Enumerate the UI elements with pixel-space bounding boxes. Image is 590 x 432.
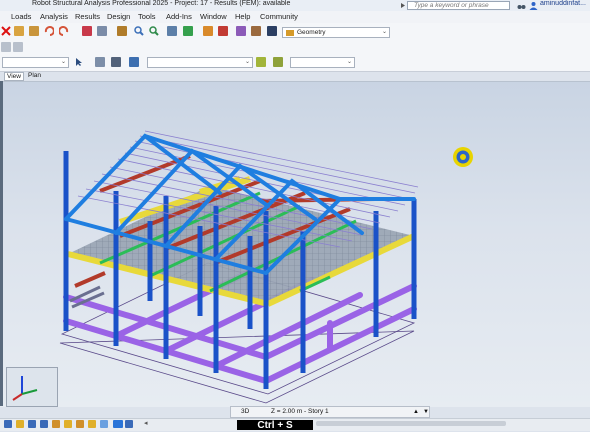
tab-plan[interactable]: Plan bbox=[26, 72, 43, 79]
supports-icon[interactable] bbox=[183, 26, 193, 36]
title-bar: Robot Structural Analysis Professional 2… bbox=[0, 0, 590, 11]
search-placeholder: Type a keyword or phrase bbox=[414, 2, 489, 9]
selection-combo[interactable]: ⌄ bbox=[2, 57, 69, 68]
view-mode: 3D bbox=[241, 408, 250, 415]
structure-model bbox=[59, 130, 473, 404]
structure-view-icon[interactable] bbox=[113, 420, 123, 428]
user-name: aminuddinfat... bbox=[540, 0, 586, 7]
members-icon[interactable] bbox=[52, 420, 60, 428]
menu-design[interactable]: Design bbox=[107, 12, 130, 21]
paste-icon[interactable] bbox=[29, 26, 39, 36]
menu-add-ins[interactable]: Add-Ins bbox=[166, 12, 192, 21]
chevron-down-icon: ⌄ bbox=[244, 59, 250, 65]
main-toolbar: Geometry ⌄ bbox=[0, 23, 590, 41]
binoculars-icon bbox=[517, 5, 526, 9]
sections-icon[interactable] bbox=[64, 420, 72, 428]
close-icon[interactable] bbox=[1, 26, 11, 36]
display-icon[interactable] bbox=[95, 57, 105, 67]
level-select[interactable]: ⌄ bbox=[290, 57, 355, 68]
layout-select-value: Geometry bbox=[297, 29, 326, 36]
viewport-3d[interactable] bbox=[0, 81, 590, 407]
chevron-down-icon: ⌄ bbox=[60, 59, 66, 65]
lock-icon[interactable] bbox=[117, 26, 127, 36]
menu-help[interactable]: Help bbox=[235, 12, 250, 21]
loads-icon[interactable] bbox=[88, 420, 96, 428]
nodes-icon[interactable] bbox=[40, 420, 48, 428]
keyboard-shortcut-overlay: Ctrl + S bbox=[237, 420, 313, 431]
frame-icon[interactable] bbox=[129, 57, 139, 67]
selection-toolbar: ⌄ ⌄ ⌄ bbox=[0, 54, 590, 72]
window-title: Robot Structural Analysis Professional 2… bbox=[32, 0, 291, 7]
chevron-down-icon: ⌄ bbox=[381, 29, 387, 35]
structure-icon[interactable] bbox=[167, 26, 177, 36]
layer-icon[interactable] bbox=[16, 420, 24, 428]
menu-tools[interactable]: Tools bbox=[138, 12, 156, 21]
section-icon[interactable] bbox=[111, 57, 121, 67]
menu-community[interactable]: Community bbox=[260, 12, 298, 21]
user-icon bbox=[529, 2, 538, 10]
results-map-icon[interactable] bbox=[218, 26, 228, 36]
status-panel: 3D Z = 2.00 m - Story 1 ▲ ▼ bbox=[230, 406, 430, 418]
properties-icon[interactable] bbox=[13, 42, 23, 52]
chevron-down-icon: ⌄ bbox=[346, 59, 352, 65]
panels-icon[interactable] bbox=[76, 420, 84, 428]
user-account[interactable]: aminuddinfat... bbox=[517, 0, 590, 11]
filter-icon[interactable] bbox=[256, 57, 266, 67]
level-up-icon[interactable]: ▲ bbox=[413, 407, 419, 417]
zoom-window-icon[interactable] bbox=[149, 26, 159, 36]
menu-results[interactable]: Results bbox=[75, 12, 100, 21]
layout-select[interactable]: Geometry ⌄ bbox=[282, 27, 390, 38]
tables-icon[interactable] bbox=[97, 26, 107, 36]
scroll-left-icon[interactable]: ◂ bbox=[144, 419, 148, 427]
view-icon[interactable] bbox=[4, 420, 12, 428]
level-icon[interactable] bbox=[273, 57, 283, 67]
table-icon[interactable] bbox=[82, 26, 92, 36]
layout-icon[interactable] bbox=[267, 26, 277, 36]
search-input[interactable]: Type a keyword or phrase bbox=[407, 1, 510, 10]
results-icon[interactable] bbox=[100, 420, 108, 428]
gear-icon[interactable] bbox=[1, 42, 11, 52]
current-level: Z = 2.00 m - Story 1 bbox=[271, 408, 329, 415]
menu-analysis[interactable]: Analysis bbox=[40, 12, 68, 21]
select-cursor-icon[interactable] bbox=[74, 57, 84, 67]
horizontal-scrollbar[interactable] bbox=[316, 421, 506, 426]
case-select[interactable]: ⌄ bbox=[147, 57, 253, 68]
grid-icon[interactable] bbox=[28, 420, 36, 428]
redo-icon[interactable] bbox=[59, 26, 69, 36]
tab-view[interactable]: View bbox=[4, 72, 24, 81]
menu-loads[interactable]: Loads bbox=[11, 12, 31, 21]
secondary-toolbar bbox=[0, 40, 590, 54]
diagram-icon[interactable] bbox=[203, 26, 213, 36]
display-mode-icon[interactable] bbox=[125, 420, 133, 428]
design-icon[interactable] bbox=[251, 26, 261, 36]
zoom-icon[interactable] bbox=[134, 26, 144, 36]
axis-triad-icon bbox=[12, 376, 38, 401]
menu-window[interactable]: Window bbox=[200, 12, 227, 21]
axis-gizmo bbox=[6, 367, 58, 407]
left-panel-edge bbox=[0, 81, 3, 406]
geometry-icon bbox=[286, 30, 294, 36]
undo-icon[interactable] bbox=[44, 26, 54, 36]
search-arrow-icon bbox=[401, 3, 405, 8]
settings-gear-icon[interactable] bbox=[236, 26, 246, 36]
level-down-icon[interactable]: ▼ bbox=[423, 407, 429, 417]
copy-icon[interactable] bbox=[14, 26, 24, 36]
cursor-ring bbox=[453, 147, 473, 167]
